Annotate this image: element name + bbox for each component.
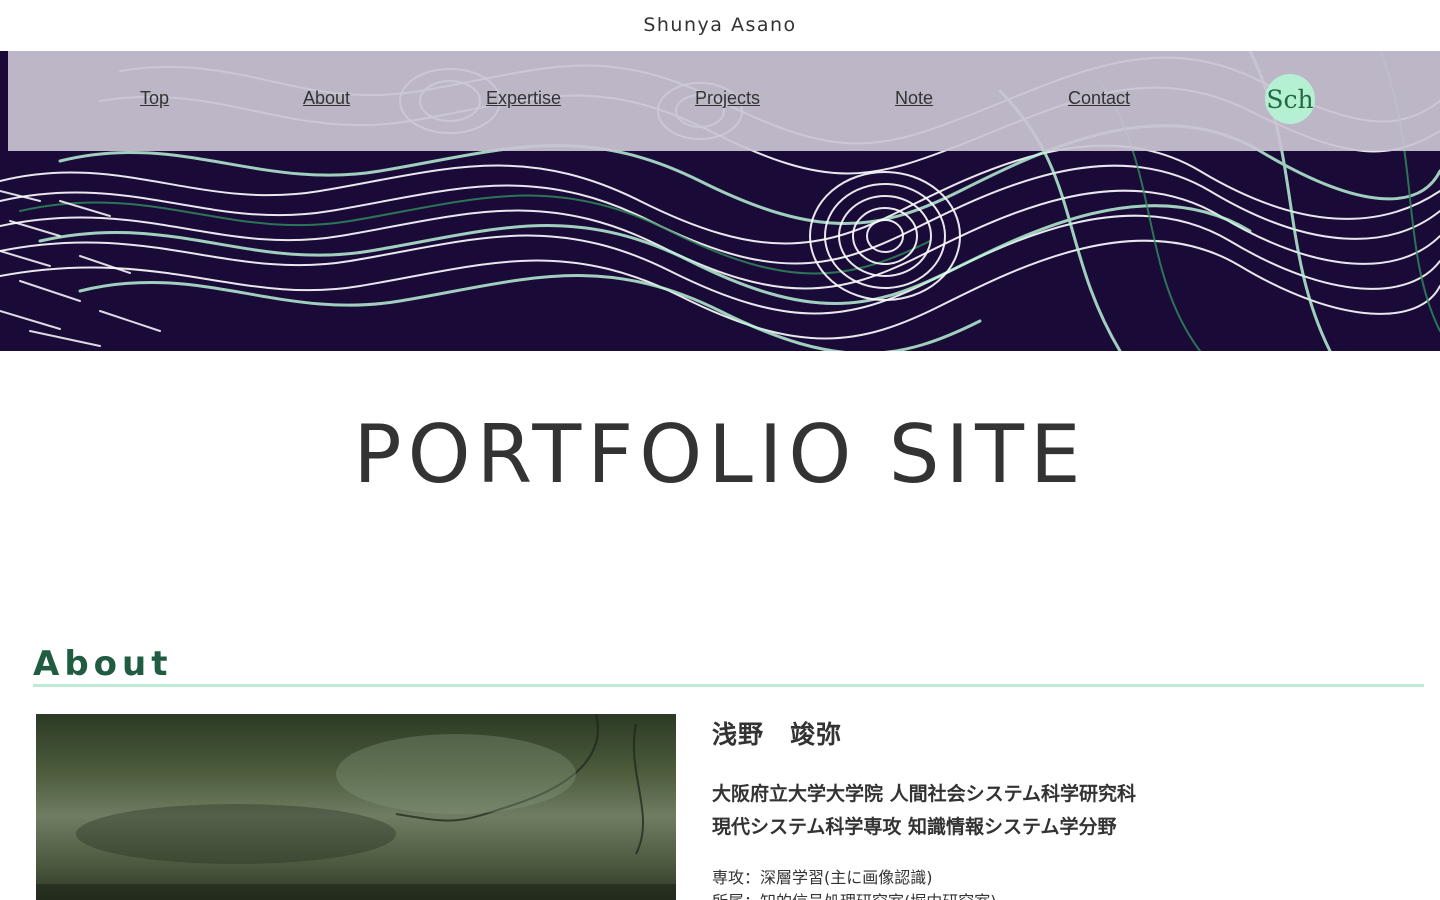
page-title: PORTFOLIO SITE [353,408,1087,501]
affiliation-line-1: 大阪府立大学大学院 人間社会システム科学研究科 [712,783,1137,805]
profile-name: 浅野 竣弥 [712,720,843,749]
nav-link-contact[interactable]: Contact [1068,88,1130,109]
nav-link-top[interactable]: Top [140,88,169,109]
scholar-badge-icon[interactable]: Sch [1265,74,1315,124]
nav-link-note[interactable]: Note [895,88,933,109]
nav-link-projects[interactable]: Projects [695,88,760,109]
nav-left-edge [0,51,8,151]
lab-text: 所属：知的信号処理研究室(堀内研究室) [712,890,997,900]
profile-photo [36,714,676,900]
section-divider [33,684,1424,687]
site-title[interactable]: Shunya Asano [0,0,1440,51]
major-text: 専攻：深層学習(主に画像認識) [712,868,933,887]
cave-photo-illustration [36,714,676,900]
affiliation-line-2: 現代システム科学専攻 知識情報システム学分野 [712,816,1117,838]
about-section-title: About [33,644,173,684]
nav-link-about[interactable]: About [303,88,350,109]
nav-link-expertise[interactable]: Expertise [486,88,561,109]
